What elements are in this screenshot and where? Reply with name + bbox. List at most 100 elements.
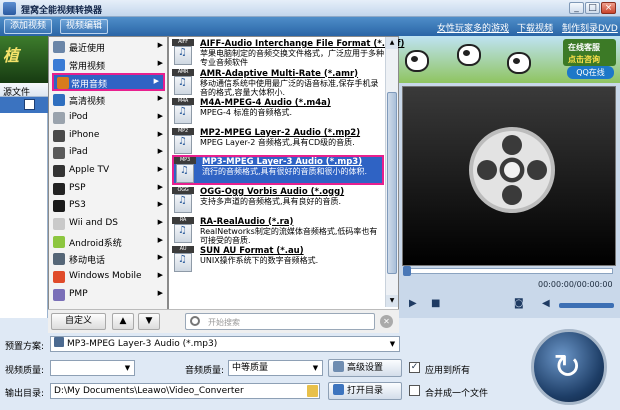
video-quality-select[interactable]: ▼ (50, 360, 135, 376)
volume-slider[interactable] (559, 303, 614, 308)
format-item[interactable]: M4A ♫ M4A-MPEG-4 Audio (*.m4a) MPEG-4 标准的音频… (169, 96, 385, 126)
format-description: UNIX操作系统下的数字音频格式. (200, 256, 319, 266)
format-item[interactable]: OGG ♫ OGG-Ogg Vorbis Audio (*.ogg) 支持多声道的音频… (169, 185, 385, 215)
category-label: 常用音频 (71, 80, 108, 91)
burn-dvd-link[interactable]: 制作刻录DVD (562, 21, 618, 34)
category-item[interactable]: iPad ▶ (49, 144, 167, 162)
format-item[interactable]: AMR ♫ AMR-Adaptive Multi-Rate (*.amr) 移动通信系… (169, 67, 385, 97)
format-item[interactable]: MP2 ♫ MP2-MPEG Layer-2 Audio (*.mp2) MPEG L… (169, 126, 385, 156)
preset-select[interactable]: MP3-MPEG Layer-3 Audio (*.mp3) ▼ (50, 336, 400, 352)
snapshot-icon[interactable]: ◙ (514, 298, 524, 309)
category-item[interactable]: iPhone ▶ (49, 127, 167, 145)
format-title: MP3-MPEG Layer-3 Audio (*.mp3) (202, 157, 363, 168)
audio-file-icon: AU ♫ (172, 246, 194, 273)
custom-button[interactable]: 自定义 (51, 313, 106, 330)
menu-bottom-bar: 自定义 ▲ ▼ 开始搜索 ✕ (48, 309, 399, 333)
file-row[interactable] (0, 97, 48, 113)
convert-button[interactable]: ↻ (531, 329, 607, 405)
category-item[interactable]: PMP ▶ (49, 286, 167, 304)
online-service-sign[interactable]: 在线客服 点击咨询 (563, 39, 616, 66)
apply-all-checkbox[interactable]: ✓ (409, 362, 420, 373)
format-tag: AMR (172, 68, 194, 76)
seek-handle[interactable] (403, 266, 411, 276)
format-description: 苹果电脑制定的音频交换文件格式，广泛应用于多种专业音频软件 (200, 49, 384, 67)
maximize-button[interactable]: □ (585, 2, 600, 14)
category-icon (53, 218, 65, 230)
format-description: MPEG-4 标准的音频格式. (200, 108, 293, 118)
category-item[interactable]: iPod ▶ (49, 109, 167, 127)
category-item[interactable]: Android系统 ▶ (49, 233, 167, 251)
format-scrollbar[interactable]: ▲ ▼ (385, 37, 398, 307)
game-link[interactable]: 女性玩家多的游戏 (437, 21, 509, 34)
category-label: PMP (69, 288, 88, 299)
play-icon[interactable]: ▶ (409, 298, 417, 309)
down-arrow-button[interactable]: ▼ (138, 313, 160, 330)
open-directory-button[interactable]: 打开目录 (328, 382, 402, 400)
volume-icon[interactable]: ◀ (542, 298, 550, 309)
banner-left-image: 植 (0, 36, 48, 83)
scroll-down-arrow-icon[interactable]: ▼ (386, 295, 398, 307)
apply-all-label: 应用到所有 (425, 366, 471, 376)
chevron-right-icon: ▶ (157, 164, 163, 173)
category-item[interactable]: Windows Mobile ▶ (49, 268, 167, 286)
qq-online-badge[interactable]: QQ在线 (567, 66, 614, 79)
category-item[interactable]: 移动电话 ▶ (49, 250, 167, 268)
audio-file-icon: RA ♫ (172, 216, 194, 243)
download-video-link[interactable]: 下载视频 (517, 21, 553, 34)
format-description: RealNetworks制定的流媒体音频格式,低码率也有可接受的音质. (200, 226, 378, 245)
advanced-settings-button[interactable]: 高级设置 (328, 359, 402, 377)
chevron-right-icon: ▶ (157, 94, 163, 103)
preview-panel: 00:00:00/00:00:00 ▶ ■ ◙ ◀ (399, 83, 620, 318)
format-tag: AU (172, 246, 194, 254)
close-button[interactable]: × (601, 2, 616, 14)
format-item[interactable]: AU ♫ SUN AU Format (*.au) UNIX操作系统下的数字音频格式. (169, 244, 385, 274)
search-box[interactable]: 开始搜索 (185, 313, 375, 330)
format-item[interactable]: MP3 ♫ MP3-MPEG Layer-3 Audio (*.mp3) 流行的音频格… (172, 155, 384, 186)
add-video-button[interactable]: 添加视频 (4, 19, 53, 34)
category-item[interactable]: Wii and DS ▶ (49, 215, 167, 233)
source-file-header: 源文件 (0, 83, 48, 98)
format-item[interactable]: AIFF ♫ AIFF-Audio Interchange File Format … (169, 37, 404, 67)
merge-files-checkbox[interactable] (409, 385, 420, 396)
app-window: { "window": {"title": "狸窝全能视频转换器"}, "too… (0, 0, 620, 410)
search-icon (190, 316, 200, 326)
music-note-icon: ♫ (178, 195, 187, 206)
scroll-up-arrow-icon[interactable]: ▲ (386, 37, 398, 49)
category-label: 移动电话 (69, 256, 106, 267)
audio-quality-select[interactable]: 中等质量 ▼ (228, 360, 323, 376)
format-title: AMR-Adaptive Multi-Rate (*.amr) (200, 68, 359, 79)
up-arrow-button[interactable]: ▲ (112, 313, 134, 330)
category-item[interactable]: PS3 ▶ (49, 197, 167, 215)
scroll-thumb[interactable] (387, 92, 397, 274)
category-icon (53, 41, 65, 53)
category-item[interactable]: Apple TV ▶ (49, 162, 167, 180)
edit-video-button[interactable]: 视频编辑 (60, 19, 109, 34)
chevron-right-icon: ▶ (157, 288, 163, 297)
category-icon (53, 235, 65, 248)
category-icon (53, 111, 65, 124)
file-row-checkbox[interactable] (24, 99, 35, 110)
format-tag: AIFF (172, 39, 194, 46)
chevron-right-icon: ▶ (157, 200, 163, 209)
format-tag: MP3 (174, 157, 196, 165)
category-item[interactable]: 常用音频 ▶ (52, 73, 165, 92)
chevron-down-icon: ▼ (389, 340, 396, 348)
category-icon (53, 253, 65, 266)
clear-search-icon[interactable]: ✕ (380, 315, 393, 328)
output-path-field[interactable]: D:\My Documents\Leawo\Video_Converter (50, 383, 320, 399)
music-note-icon: ♫ (178, 76, 187, 88)
minimize-button[interactable]: _ (569, 2, 584, 14)
format-item[interactable]: RA ♫ RA-RealAudio (*.ra) RealNetworks制定的流媒体… (169, 215, 385, 245)
category-menu: 最近使用 ▶ 常用视频 ▶ 常用音频 ▶ 高清视频 ▶ iPod ▶ iPhone ▶ iPad ▶ App… (48, 36, 168, 333)
mp3-format-icon (54, 337, 64, 347)
folder-icon[interactable] (307, 385, 318, 397)
category-item[interactable]: 最近使用 ▶ (49, 38, 167, 56)
category-item[interactable]: PSP ▶ (49, 180, 167, 198)
music-note-icon: ♫ (178, 224, 187, 236)
format-title: AIFF-Audio Interchange File Format (*.ai… (200, 39, 405, 49)
category-item[interactable]: 高清视频 ▶ (49, 91, 167, 109)
seek-bar[interactable] (403, 266, 613, 276)
chevron-right-icon: ▶ (157, 218, 163, 226)
category-item[interactable]: 常用视频 ▶ (49, 56, 167, 74)
stop-icon[interactable]: ■ (431, 298, 440, 309)
